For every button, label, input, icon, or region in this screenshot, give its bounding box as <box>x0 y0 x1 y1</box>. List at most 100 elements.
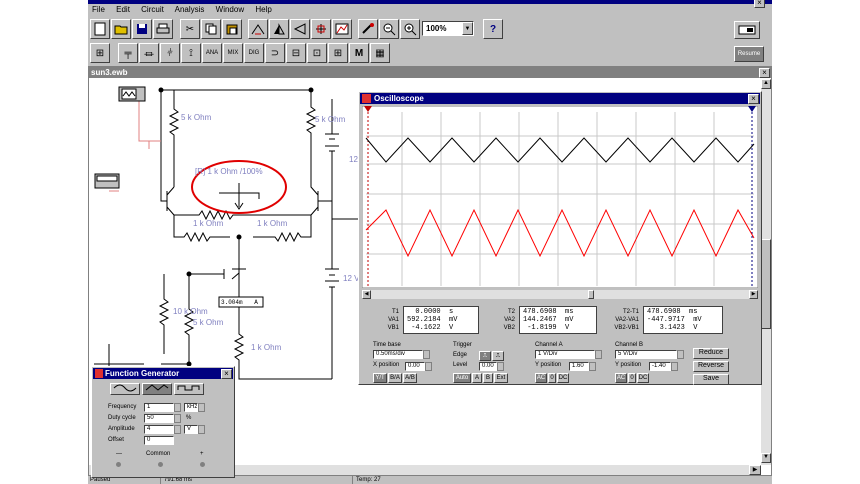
amplitude-field[interactable]: 4 <box>144 425 174 434</box>
duty-field[interactable]: 50 <box>144 414 174 423</box>
favorites-bin-icon[interactable]: ⊞ <box>90 43 110 63</box>
reduce-button[interactable]: Reduce <box>693 348 729 359</box>
ba-button[interactable]: B/A <box>388 373 402 383</box>
power-switch-icon[interactable] <box>734 21 760 39</box>
scroll-down-icon[interactable]: ▼ <box>761 453 771 463</box>
duty-spinner[interactable] <box>174 414 181 423</box>
flip-horizontal-icon[interactable] <box>269 19 289 39</box>
reverse-button[interactable]: Reverse <box>693 361 729 372</box>
trigger-ext-button[interactable]: Ext <box>494 373 508 383</box>
frequency-spinner[interactable] <box>174 403 181 412</box>
digital-ics-bin-icon[interactable]: DIG <box>244 43 264 63</box>
paste-icon[interactable] <box>222 19 242 39</box>
new-icon[interactable] <box>90 19 110 39</box>
frequency-field[interactable]: 1 <box>144 403 174 412</box>
function-generator-close-button[interactable]: × <box>221 369 232 379</box>
scope-scroll-right-icon[interactable]: ▶ <box>749 290 758 299</box>
menu-analysis[interactable]: Analysis <box>175 5 205 14</box>
channel-b-scale-field[interactable]: 5 V/Div <box>615 350 677 359</box>
plus-terminal-icon[interactable] <box>200 462 205 467</box>
auto-button[interactable]: Auto <box>453 373 471 383</box>
logic-gates-bin-icon[interactable]: ⊃ <box>265 43 285 63</box>
timebase-field[interactable]: 0.50ms/div <box>373 350 423 359</box>
scope-scroll-left-icon[interactable]: ◀ <box>362 290 371 299</box>
scope-scroll-thumb[interactable] <box>588 290 594 299</box>
menu-file[interactable]: File <box>92 5 105 14</box>
digital-bin-icon[interactable]: ⊟ <box>286 43 306 63</box>
channel-a-ac-button[interactable]: AC <box>535 373 547 383</box>
chevron-down-icon[interactable]: ▼ <box>462 22 473 35</box>
channel-b-zero-button[interactable]: 0 <box>628 373 636 383</box>
yt-button[interactable]: Y/T <box>373 373 387 383</box>
channel-b-dc-button[interactable]: DC <box>637 373 649 383</box>
channel-a-scale-field[interactable]: 1 V/Div <box>535 350 595 359</box>
controls-bin-icon[interactable]: ⊞ <box>328 43 348 63</box>
xpos-field[interactable]: 0.00 <box>405 362 425 371</box>
menu-edit[interactable]: Edit <box>116 5 130 14</box>
menu-window[interactable]: Window <box>216 5 244 14</box>
level-spinner[interactable] <box>497 362 504 371</box>
subcircuit-icon[interactable] <box>311 19 331 39</box>
resume-button[interactable]: Resume <box>734 46 764 62</box>
frequency-unit-spinner[interactable] <box>198 403 205 412</box>
channel-a-ypos-field[interactable]: 1.60 <box>569 362 589 371</box>
mixed-ics-bin-icon[interactable]: MIX <box>223 43 243 63</box>
channel-a-dc-button[interactable]: DC <box>557 373 569 383</box>
menu-help[interactable]: Help <box>255 5 271 14</box>
channel-a-zero-button[interactable]: 0 <box>548 373 556 383</box>
diodes-bin-icon[interactable]: ⫩ <box>160 43 180 63</box>
circuit-close-button[interactable]: × <box>759 68 770 78</box>
component-properties-icon[interactable] <box>358 19 378 39</box>
amplitude-unit-spinner[interactable] <box>198 425 205 434</box>
rotate-icon[interactable] <box>248 19 268 39</box>
minus-terminal-icon[interactable] <box>116 462 121 467</box>
falling-edge-icon[interactable]: ⎍ <box>492 351 504 361</box>
sine-wave-button[interactable] <box>110 383 140 395</box>
level-field[interactable]: 0.00 <box>479 362 497 371</box>
cut-icon[interactable]: ✂ <box>180 19 200 39</box>
basic-bin-icon[interactable]: ⏛ <box>139 43 159 63</box>
transistors-bin-icon[interactable]: ⟟ <box>181 43 201 63</box>
zoom-in-icon[interactable] <box>400 19 420 39</box>
trigger-a-button[interactable]: A <box>472 373 482 383</box>
scroll-up-icon[interactable]: ▲ <box>761 79 771 89</box>
square-wave-button[interactable] <box>174 383 204 395</box>
analog-ics-bin-icon[interactable]: ANA <box>202 43 222 63</box>
zoom-out-icon[interactable] <box>379 19 399 39</box>
rising-edge-icon[interactable]: ⎍ <box>479 351 491 361</box>
amplitude-unit-field[interactable]: V <box>184 425 198 434</box>
channel-a-scale-spinner[interactable] <box>595 350 602 359</box>
help-button[interactable]: ? <box>483 19 503 39</box>
offset-field[interactable]: 0 <box>144 436 174 445</box>
flip-vertical-icon[interactable] <box>290 19 310 39</box>
save-icon[interactable] <box>132 19 152 39</box>
print-icon[interactable] <box>153 19 173 39</box>
channel-b-ypos-spinner[interactable] <box>671 362 678 371</box>
save-button[interactable]: Save <box>693 374 729 385</box>
channel-b-ypos-field[interactable]: -1.40 <box>649 362 671 371</box>
scope-scrollbar[interactable]: ◀ ▶ <box>362 290 758 299</box>
triangle-wave-button[interactable] <box>142 383 172 395</box>
app-close-button[interactable]: × <box>754 0 765 8</box>
vertical-scrollbar[interactable]: ▲ ▼ <box>761 79 771 465</box>
sources-bin-icon[interactable]: ╤ <box>118 43 138 63</box>
oscilloscope-close-button[interactable]: × <box>748 94 759 104</box>
trigger-b-button[interactable]: B <box>483 373 493 383</box>
channel-b-ac-button[interactable]: AC <box>615 373 627 383</box>
indicators-bin-icon[interactable]: ⊡ <box>307 43 327 63</box>
amplitude-spinner[interactable] <box>174 425 181 434</box>
channel-b-scale-spinner[interactable] <box>677 350 684 359</box>
scroll-right-icon[interactable]: ▶ <box>749 465 761 475</box>
xpos-spinner[interactable] <box>425 362 432 371</box>
common-terminal-icon[interactable] <box>158 462 163 467</box>
copy-icon[interactable] <box>201 19 221 39</box>
frequency-unit-field[interactable]: kHz <box>184 403 198 412</box>
channel-a-ypos-spinner[interactable] <box>589 362 596 371</box>
timebase-spinner[interactable] <box>423 350 430 359</box>
ab-button[interactable]: A/B <box>403 373 417 383</box>
graph-icon[interactable] <box>332 19 352 39</box>
menu-circuit[interactable]: Circuit <box>141 5 164 14</box>
vertical-scroll-thumb[interactable] <box>761 239 771 329</box>
misc-bin-icon[interactable]: M <box>349 43 369 63</box>
instruments-bin-icon[interactable]: ▦ <box>370 43 390 63</box>
